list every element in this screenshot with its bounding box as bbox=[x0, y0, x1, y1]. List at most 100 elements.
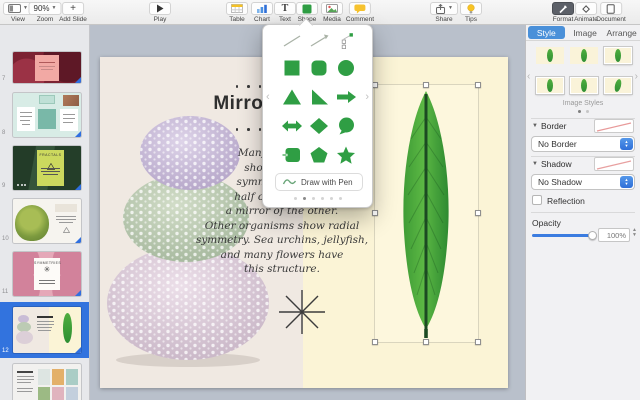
resize-handle-w[interactable] bbox=[372, 210, 378, 216]
resize-handle-n[interactable] bbox=[423, 82, 429, 88]
media-button[interactable]: Media bbox=[321, 2, 343, 23]
format-button[interactable]: Format bbox=[552, 2, 574, 23]
shape-diamond[interactable] bbox=[307, 117, 331, 135]
draw-with-pen-label: Draw with Pen bbox=[301, 178, 353, 187]
chevron-down-icon: ▼ bbox=[23, 6, 28, 11]
tab-style[interactable]: Style bbox=[528, 26, 565, 39]
rounded-square-icon bbox=[308, 59, 330, 77]
asterisk-mark[interactable] bbox=[277, 287, 327, 337]
image-style-5[interactable] bbox=[570, 77, 598, 94]
opacity-slider[interactable] bbox=[532, 234, 594, 237]
image-styles-left-chevron[interactable]: ‹ bbox=[527, 71, 530, 82]
shape-pentagon[interactable] bbox=[307, 146, 331, 164]
reflection-label: Reflection bbox=[547, 196, 585, 206]
tips-button[interactable]: Tips bbox=[460, 2, 482, 23]
resize-handle-se[interactable] bbox=[475, 339, 481, 345]
comment-button[interactable]: Comment bbox=[346, 2, 374, 23]
shadow-label: Shadow bbox=[541, 159, 572, 169]
shape-triangle[interactable] bbox=[280, 88, 304, 106]
stepper-icon: ▲▼ bbox=[620, 138, 633, 150]
border-select[interactable]: No Border ▲▼ bbox=[531, 136, 635, 152]
comment-label: Comment bbox=[346, 16, 374, 23]
zoom-label: Zoom bbox=[37, 16, 54, 23]
shape-connection-line[interactable] bbox=[334, 32, 358, 50]
slide-thumbnail-11[interactable]: 11 SYMMETRIES ✳ bbox=[0, 249, 90, 299]
share-label: Share bbox=[435, 16, 452, 23]
shape-square[interactable] bbox=[280, 59, 304, 77]
document-icon bbox=[607, 4, 616, 14]
tips-label: Tips bbox=[465, 16, 477, 23]
shape-line[interactable] bbox=[280, 32, 304, 50]
border-section-header[interactable]: ▼ Border bbox=[532, 121, 566, 131]
slide-thumbnail-8[interactable]: 8 bbox=[0, 90, 90, 140]
paintbrush-icon bbox=[558, 4, 568, 14]
image-styles-right-chevron[interactable]: › bbox=[635, 71, 638, 82]
image-style-1[interactable] bbox=[536, 47, 564, 64]
leaf-image-selected[interactable] bbox=[375, 85, 478, 342]
resize-handle-s[interactable] bbox=[423, 339, 429, 345]
diamond-icon bbox=[308, 117, 330, 135]
chart-button[interactable]: Chart bbox=[251, 2, 273, 23]
shadow-section-header[interactable]: ▼ Shadow bbox=[532, 159, 572, 169]
resize-handle-sw[interactable] bbox=[372, 339, 378, 345]
document-button[interactable]: Document bbox=[596, 2, 626, 23]
disclosure-triangle-icon: ▼ bbox=[532, 123, 538, 129]
shape-circle[interactable] bbox=[334, 59, 358, 77]
line-icon bbox=[281, 33, 303, 49]
image-styles-label: Image Styles bbox=[526, 100, 640, 107]
resize-handle-e[interactable] bbox=[475, 210, 481, 216]
opacity-slider-knob[interactable] bbox=[588, 231, 597, 240]
image-style-3[interactable] bbox=[604, 47, 632, 64]
shape-rounded-square[interactable] bbox=[307, 59, 331, 77]
text-icon: T bbox=[274, 2, 296, 15]
media-label: Media bbox=[323, 16, 341, 23]
slide-thumbnail-13[interactable]: 13 bbox=[0, 361, 90, 400]
slide-thumbnail-7[interactable]: 7 bbox=[0, 50, 90, 86]
shape-right-triangle[interactable] bbox=[307, 88, 331, 106]
format-panel: Style Image Arrange ‹ › Image Styles ▼ B… bbox=[525, 25, 640, 400]
shadow-value: No Shadow bbox=[538, 177, 582, 187]
slide-thumbnail-12-selected[interactable]: 12 bbox=[0, 302, 90, 358]
image-style-2[interactable] bbox=[570, 47, 598, 64]
tab-arrange[interactable]: Arrange bbox=[603, 25, 640, 40]
add-slide-button[interactable]: + Add Slide bbox=[59, 2, 87, 23]
play-button[interactable]: Play bbox=[149, 2, 171, 23]
shape-quote-bubble[interactable] bbox=[334, 117, 358, 135]
comment-icon bbox=[354, 4, 366, 14]
document-label: Document bbox=[596, 16, 626, 23]
table-button[interactable]: Table bbox=[226, 2, 248, 23]
slide-number: 7 bbox=[2, 76, 5, 82]
slide-thumbnail-9[interactable]: 9 FRACTALS bbox=[0, 143, 90, 193]
shadow-select[interactable]: No Shadow ▲▼ bbox=[531, 174, 635, 190]
leaf-image bbox=[383, 87, 469, 339]
tab-image[interactable]: Image bbox=[567, 25, 604, 40]
popover-page-dots[interactable] bbox=[263, 197, 372, 200]
quote-bubble-icon bbox=[335, 117, 357, 135]
border-preview-thumbnail[interactable] bbox=[594, 119, 634, 133]
lightbulb-icon bbox=[467, 4, 475, 14]
image-styles-page-dots[interactable] bbox=[526, 110, 640, 113]
shape-star[interactable] bbox=[334, 146, 358, 164]
slide-number: 12 bbox=[2, 348, 9, 354]
shape-double-arrow[interactable] bbox=[280, 117, 304, 135]
zoom-button[interactable]: 90%▼ Zoom bbox=[29, 2, 62, 23]
popover-page-right-chevron[interactable]: › bbox=[365, 91, 369, 103]
draw-with-pen-button[interactable]: Draw with Pen bbox=[275, 173, 363, 191]
border-label: Border bbox=[541, 121, 567, 131]
shadow-preview-thumbnail[interactable] bbox=[594, 157, 634, 171]
text-button[interactable]: T Text bbox=[274, 2, 296, 23]
image-style-4[interactable] bbox=[536, 77, 564, 94]
image-style-6[interactable] bbox=[604, 77, 632, 94]
opacity-value-field[interactable]: 100% bbox=[598, 228, 630, 242]
shape-right-arrow[interactable] bbox=[334, 88, 358, 106]
slide-thumbnail-10[interactable]: 10 bbox=[0, 196, 90, 246]
shape-arrow-line[interactable] bbox=[307, 32, 331, 50]
animate-button[interactable]: Animate bbox=[574, 2, 598, 23]
plus-icon: + bbox=[62, 2, 84, 15]
reflection-checkbox[interactable] bbox=[532, 195, 542, 205]
share-button[interactable]: ▼ Share bbox=[430, 2, 458, 23]
opacity-stepper[interactable]: ▲▼ bbox=[632, 228, 637, 238]
popover-page-left-chevron[interactable]: ‹ bbox=[266, 91, 270, 103]
shape-tab-square[interactable] bbox=[280, 146, 304, 164]
resize-handle-ne[interactable] bbox=[475, 82, 481, 88]
